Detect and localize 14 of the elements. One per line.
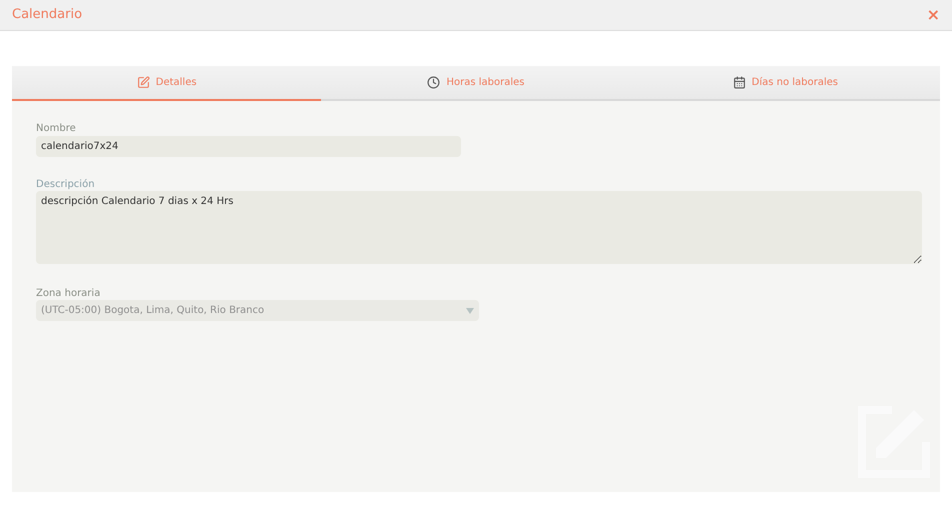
clock-icon: [427, 76, 440, 89]
calendar-icon: [732, 76, 746, 89]
field-label: Nombre: [36, 122, 77, 134]
field-label: Zona horaria: [36, 287, 102, 299]
caret-icon: [466, 308, 474, 314]
close-button[interactable]: ×: [926, 7, 940, 23]
tab[interactable]: Detalles: [12, 66, 322, 101]
description-field[interactable]: descripción Calendario 7 dias x 24 Hrs: [36, 191, 922, 264]
edit-icon: [136, 76, 150, 89]
window-title: Calendario: [12, 6, 82, 24]
name-field[interactable]: calendario7x24: [36, 136, 461, 157]
field-label: Descripción: [36, 178, 96, 190]
tab[interactable]: Horas laborales: [321, 66, 631, 101]
tab[interactable]: Días no laborales: [630, 66, 940, 101]
